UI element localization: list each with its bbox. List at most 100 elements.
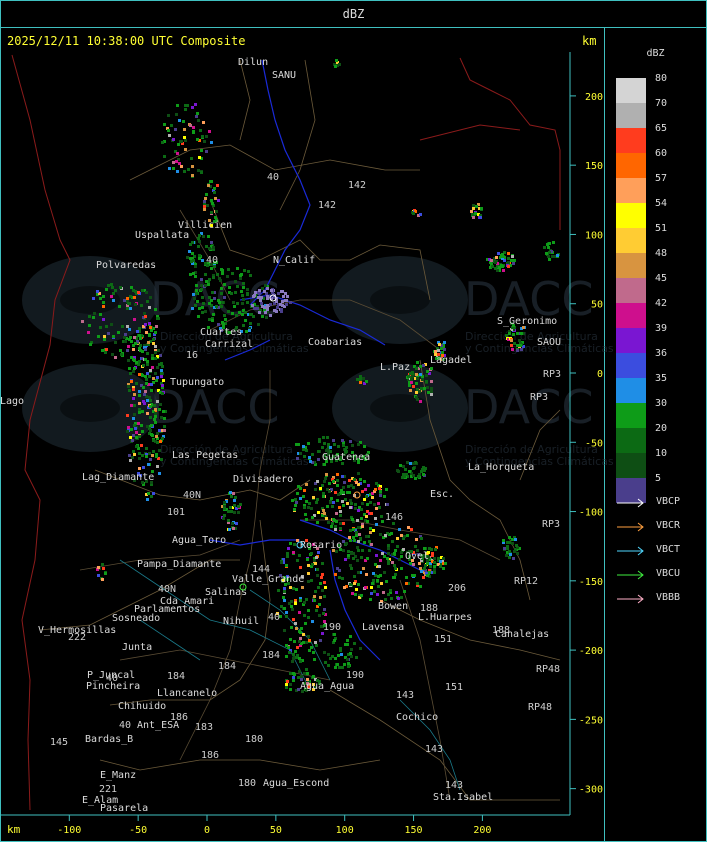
echo-pixel: [208, 130, 211, 133]
echo-pixel: [307, 616, 310, 619]
echo-pixel: [350, 484, 353, 487]
echo-pixel: [319, 582, 322, 585]
echo-pixel: [511, 348, 514, 351]
echo-pixel: [126, 297, 129, 300]
echo-pixel: [390, 597, 393, 600]
echo-pixel: [400, 596, 403, 599]
echo-pixel: [111, 286, 114, 289]
echo-pixel: [356, 519, 359, 522]
echo-pixel: [339, 510, 342, 513]
echo-pixel: [155, 435, 158, 438]
legend-value: 39: [655, 323, 668, 334]
echo-pixel: [146, 425, 149, 428]
echo-pixel: [129, 459, 132, 462]
echo-pixel: [359, 478, 362, 481]
echo-pixel: [374, 517, 377, 520]
place-label: Agua_Escond: [263, 778, 329, 789]
echo-pixel: [208, 247, 211, 250]
echo-pixel: [357, 526, 360, 529]
echo-pixel: [266, 287, 269, 290]
echo-pixel: [88, 315, 91, 318]
echo-pixel: [242, 286, 245, 289]
echo-pixel: [132, 388, 135, 391]
echo-pixel: [220, 292, 223, 295]
legend-swatch: [616, 428, 646, 453]
echo-pixel: [127, 385, 130, 388]
echo-pixel: [199, 129, 202, 132]
echo-pixel: [135, 382, 138, 385]
arrow-right-icon: [617, 546, 644, 556]
echo-pixel: [343, 663, 346, 666]
echo-pixel: [505, 554, 508, 557]
echo-pixel: [242, 298, 245, 301]
echo-pixel: [285, 299, 288, 302]
echo-pixel: [154, 421, 157, 424]
echo-pixel: [334, 573, 337, 576]
echo-pixel: [150, 389, 153, 392]
echo-pixel: [286, 555, 289, 558]
echo-pixel: [201, 296, 204, 299]
echo-pixel: [298, 554, 301, 557]
y-tick-label: 50: [591, 300, 603, 311]
echo-pixel: [307, 635, 310, 638]
echo-pixel: [433, 565, 436, 568]
echo-pixel: [293, 508, 296, 511]
echo-pixel: [284, 292, 287, 295]
echo-pixel: [350, 655, 353, 658]
echo-pixel: [323, 480, 326, 483]
timestamp-label: 2025/12/11 10:38:00 UTC Composite: [7, 34, 246, 48]
echo-pixel: [353, 575, 356, 578]
echo-pixel: [353, 582, 356, 585]
echo-pixel: [134, 303, 137, 306]
echo-pixel: [138, 373, 141, 376]
echo-pixel: [175, 113, 178, 116]
echo-pixel: [361, 490, 364, 493]
echo-pixel: [347, 550, 350, 553]
echo-pixel: [322, 509, 325, 512]
echo-pixel: [129, 436, 132, 439]
echo-pixel: [151, 434, 154, 437]
echo-pixel: [296, 539, 299, 542]
echo-pixel: [293, 673, 296, 676]
echo-pixel: [335, 520, 338, 523]
echo-pixel: [442, 567, 445, 570]
road-label: 146: [385, 512, 403, 523]
x-tick-label: 50: [270, 825, 282, 836]
echo-pixel: [356, 546, 359, 549]
road-label: 206: [448, 583, 466, 594]
road-label: RP3: [543, 369, 561, 380]
echo-pixel: [208, 278, 211, 281]
echo-pixel: [440, 347, 443, 350]
echo-pixel: [196, 138, 199, 141]
echo-pixel: [323, 463, 326, 466]
echo-pixel: [156, 400, 159, 403]
echo-pixel: [291, 499, 294, 502]
echo-pixel: [342, 522, 345, 525]
radar-map[interactable]: DACC DACC DACC DACC Dirección de Agricul…: [0, 0, 707, 842]
echo-pixel: [419, 585, 422, 588]
echo-pixel: [148, 375, 151, 378]
echo-pixel: [327, 664, 330, 667]
echo-pixel: [334, 65, 337, 68]
echo-pixel: [345, 542, 348, 545]
echo-pixel: [265, 316, 268, 319]
echo-pixel: [303, 506, 306, 509]
legend-value: 30: [655, 398, 668, 409]
echo-pixel: [234, 291, 237, 294]
echo-pixel: [154, 331, 157, 334]
echo-pixel: [137, 291, 140, 294]
echo-pixel: [292, 551, 295, 554]
echo-pixel: [183, 170, 186, 173]
echo-pixel: [210, 267, 213, 270]
echo-pixel: [348, 479, 351, 482]
echo-pixel: [231, 272, 234, 275]
echo-pixel: [156, 441, 159, 444]
road-label: 186: [201, 750, 219, 761]
echo-pixel: [325, 473, 328, 476]
echo-pixel: [403, 475, 406, 478]
echo-pixel: [420, 470, 423, 473]
echo-pixel: [426, 386, 429, 389]
echo-pixel: [365, 515, 368, 518]
echo-pixel: [264, 311, 267, 314]
echo-pixel: [151, 357, 154, 360]
